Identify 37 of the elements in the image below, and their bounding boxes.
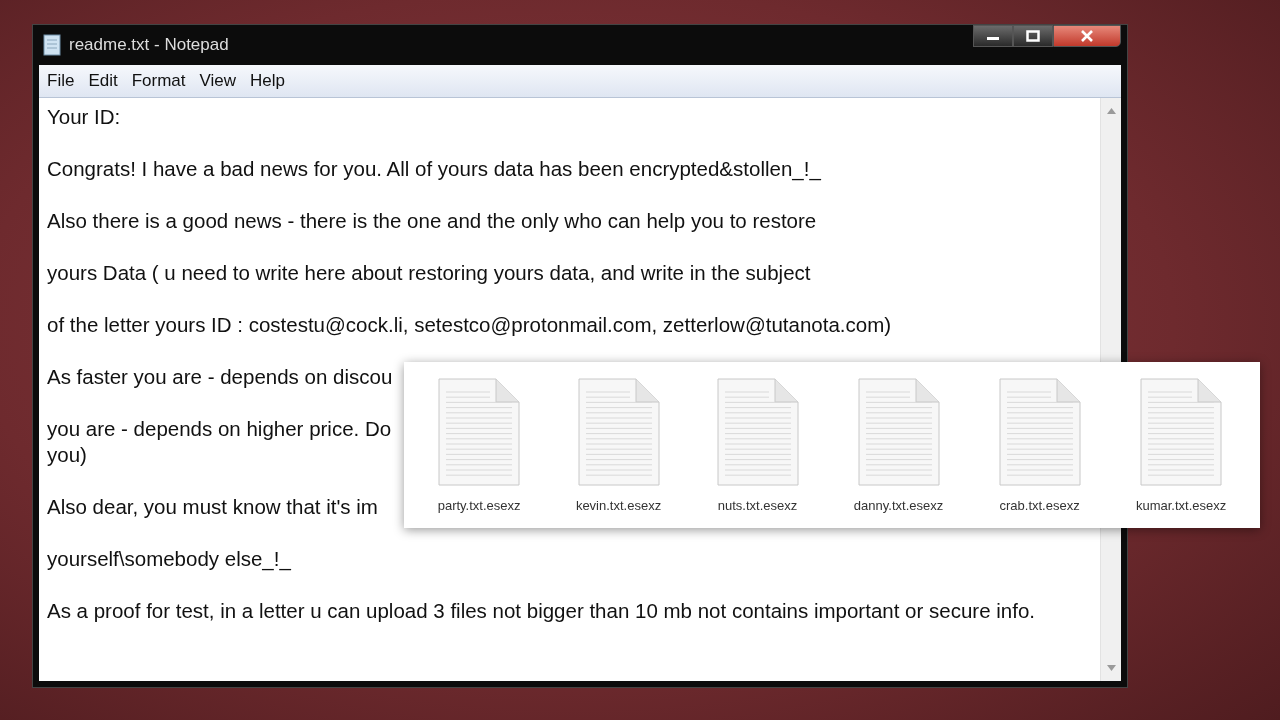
text-line: you are - depends on higher price. Do bbox=[47, 416, 392, 442]
menu-item[interactable]: Help bbox=[250, 71, 286, 91]
text-line: of the letter yours ID : costestu@cock.li, setestco@protonmail.com, zetterlow@tutanota.com) bbox=[47, 312, 892, 338]
text-line: As faster you are - depends on discou bbox=[47, 364, 393, 390]
file-name[interactable]: nuts.txt.esexz bbox=[717, 497, 798, 513]
text-file-icon[interactable] bbox=[1140, 377, 1223, 486]
text-line: you) bbox=[47, 442, 87, 468]
scroll-up-icon[interactable] bbox=[1106, 108, 1116, 114]
text-file-icon[interactable] bbox=[438, 377, 521, 486]
text-file-icon[interactable] bbox=[577, 377, 660, 486]
file-name[interactable]: crab.txt.esexz bbox=[999, 497, 1080, 513]
window-title: readme.txt - Notepad bbox=[69, 35, 229, 55]
file-name[interactable]: kevin.txt.esexz bbox=[575, 497, 662, 513]
scroll-down-icon[interactable] bbox=[1106, 665, 1116, 671]
text-line: Also dear, you must know that it's im bbox=[47, 494, 378, 520]
menu-item[interactable]: View bbox=[199, 71, 237, 91]
maximize-button[interactable] bbox=[1013, 25, 1053, 47]
file-name[interactable]: danny.txt.esexz bbox=[853, 497, 944, 513]
menu-item[interactable]: Format bbox=[131, 71, 186, 91]
file-name[interactable]: kumar.txt.esexz bbox=[1135, 497, 1227, 513]
menu-item[interactable]: Edit bbox=[88, 71, 118, 91]
text-line: yourself\somebody else_!_ bbox=[47, 546, 291, 572]
text-line: Your ID: bbox=[47, 104, 121, 130]
minimize-button[interactable] bbox=[973, 25, 1013, 47]
notepad-icon bbox=[43, 34, 61, 56]
maximize-icon bbox=[1026, 30, 1040, 42]
close-button[interactable] bbox=[1053, 25, 1121, 47]
text-line: yours Data ( u need to write here about restoring yours data, and write in the subject bbox=[47, 260, 811, 286]
text-file-icon[interactable] bbox=[857, 377, 940, 486]
text-file-icon[interactable] bbox=[716, 377, 799, 486]
text-line: Congrats! I have a bad news for you. All of yours data has been encrypted&stollen_!_ bbox=[47, 156, 821, 182]
text-line: As a proof for test, in a letter u can upload 3 files not bigger than 10 mb not contains important or secure info. bbox=[47, 598, 1035, 624]
text-file-icon[interactable] bbox=[998, 377, 1081, 486]
file-name[interactable]: party.txt.esexz bbox=[437, 497, 521, 513]
close-icon bbox=[1080, 30, 1094, 42]
menu-item[interactable]: File bbox=[47, 71, 75, 91]
text-line: Also there is a good news - there is the one and the only who can help you to restore bbox=[47, 208, 817, 234]
